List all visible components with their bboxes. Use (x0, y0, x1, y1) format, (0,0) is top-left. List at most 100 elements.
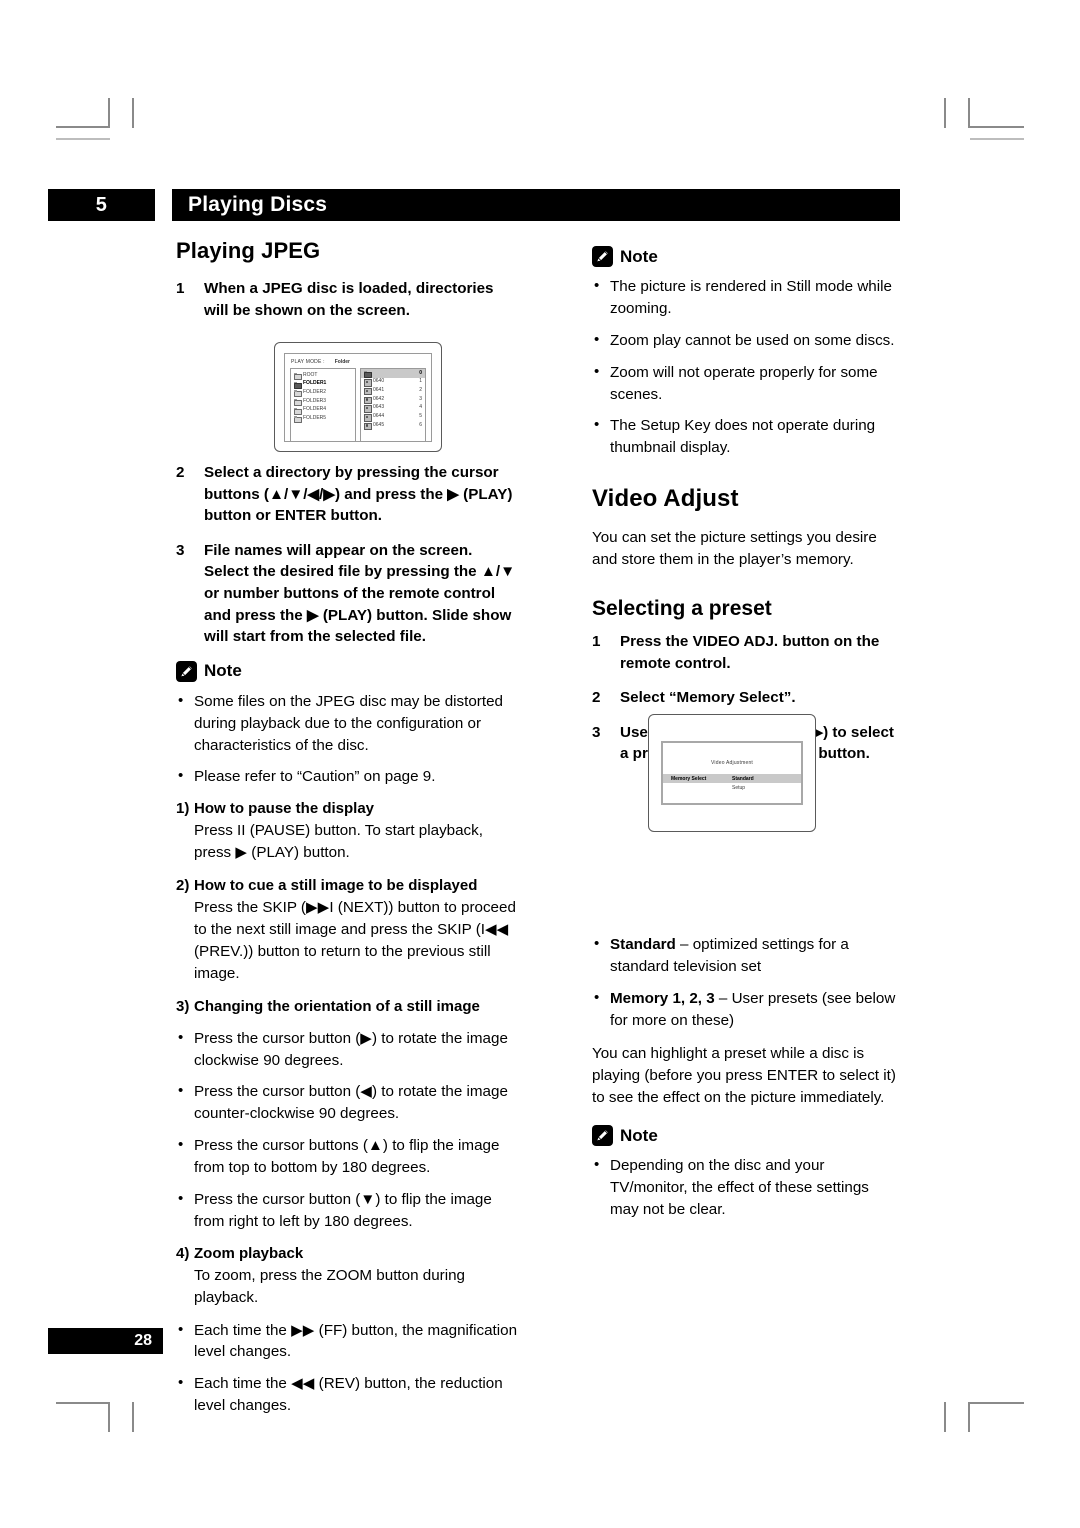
step-2: 2 Select a directory by pressing the cur… (176, 462, 520, 527)
osd-directory-row[interactable]: ROOT (291, 371, 355, 380)
note-bullet-bottom-1: Depending on the disc and your TV/monito… (592, 1154, 900, 1221)
crop-mark-bottom-right-vertical-2 (944, 1402, 946, 1432)
preset-bullet-memory: Memory 1, 2, 3 – User presets (see below… (592, 987, 900, 1032)
osd-file-row-selected[interactable]: 0 (361, 369, 425, 378)
osd-file-row[interactable]: 0644 5 (361, 412, 425, 421)
osd-file-number: 1 (419, 378, 422, 385)
orientation-bullets: Press the cursor button (▶) to rotate th… (176, 1027, 520, 1233)
pencil-icon (592, 246, 613, 267)
osd-file-row[interactable]: 0645 6 (361, 421, 425, 430)
osd-directory-row[interactable]: FOLDER2 (291, 388, 355, 398)
note-header-right-bottom: Note (592, 1125, 900, 1147)
osd-file-name: 0644 (373, 413, 385, 420)
osd-directory-label: FOLDER5 (303, 415, 327, 422)
subitem-2-heading: How to cue a still image to be displayed (194, 877, 478, 895)
section-title-video-adjust: Video Adjust (592, 485, 739, 513)
figure-video-adjustment-screen: Video Adjustment Memory Select Standard … (648, 714, 816, 832)
osd-memory-select-row[interactable]: Memory Select Standard (663, 774, 801, 783)
zoom-bullets: Each time the ▶▶ (FF) button, the magnif… (176, 1319, 520, 1418)
folder-icon (294, 372, 302, 380)
preset-step-3-number: 3 (592, 723, 601, 741)
osd-directory-row[interactable]: FOLDER3 (291, 397, 355, 406)
osd-setup-label: Setup (732, 785, 746, 791)
osd-directory-label: FOLDER4 (303, 406, 327, 413)
osd-file-number: 4 (419, 404, 422, 411)
osd-file-row[interactable]: 0642 3 (361, 395, 425, 404)
subitem-1: 1) How to pause the display Press II (PA… (176, 798, 520, 864)
subitem-2-number: 2) (176, 877, 190, 895)
pencil-icon (592, 1125, 613, 1147)
folder-icon (294, 390, 302, 398)
subitem-1-number: 1) (176, 800, 190, 818)
osd-memory-select-label: Memory Select (671, 775, 707, 782)
osd-directory-row[interactable]: FOLDER5 (291, 414, 355, 424)
osd-file-name: 0641 (373, 386, 385, 393)
osd-directory-row-selected[interactable]: FOLDER1 (291, 380, 355, 389)
orientation-bullet-3: Press the cursor buttons (▲) to flip the… (176, 1134, 520, 1179)
note-bullet-right-3: Zoom will not operate properly for some … (592, 361, 900, 406)
chapter-title: Playing Discs (172, 189, 900, 221)
preset-step-1: 1 Press the VIDEO ADJ. button on the rem… (592, 631, 900, 674)
osd-file-row[interactable]: 0640 1 (361, 378, 425, 387)
crop-mark-bottom-left-horizontal (56, 1402, 110, 1404)
note-label-left: Note (204, 661, 242, 681)
subitem-4: 4) Zoom playback To zoom, press the ZOOM… (176, 1243, 520, 1309)
folder-icon (294, 398, 302, 406)
figure-file-browser-screen: PLAY MODE : Folder ROOT FOLDER1 FOLDER2 (274, 342, 442, 452)
crop-mark-bottom-left-vertical-2 (132, 1402, 134, 1432)
step-3-number: 3 (176, 541, 185, 559)
osd-file-name: 0643 (373, 404, 385, 411)
crop-mark-bottom-right-horizontal (970, 1402, 1024, 1404)
image-file-icon (364, 414, 372, 421)
osd-video-adjustment: Video Adjustment Memory Select Standard … (661, 741, 803, 805)
osd-file-row[interactable]: 0641 2 (361, 386, 425, 395)
folder-icon (294, 407, 302, 415)
subitem-1-body: Press II (PAUSE) button. To start playba… (194, 822, 483, 862)
note-header-left: Note (176, 660, 520, 682)
section-title-playing-jpeg: Playing JPEG (176, 238, 321, 263)
zoom-bullet-1: Each time the ▶▶ (FF) button, the magnif… (176, 1319, 520, 1364)
crop-mark-top-left-thin-rule (56, 138, 110, 140)
osd-video-title: Video Adjustment (710, 760, 754, 766)
folder-open-icon (294, 381, 302, 389)
note-label-right-top: Note (620, 246, 658, 266)
image-file-icon (364, 387, 372, 395)
video-adjust-intro: You can set the picture settings you des… (592, 529, 877, 569)
preset-step-1-number: 1 (592, 633, 601, 651)
image-file-icon (364, 396, 372, 404)
highlight-paragraph: You can highlight a preset while a disc … (592, 1045, 896, 1107)
step-1-text: When a JPEG disc is loaded, directories … (204, 280, 494, 319)
subitem-2: 2) How to cue a still image to be displa… (176, 875, 520, 985)
osd-columns: ROOT FOLDER1 FOLDER2 FOLDER3 FOLDER4 FOL… (288, 368, 428, 444)
step-2-text: Select a directory by pressing the curso… (204, 464, 513, 525)
osd-file-number: 3 (419, 395, 422, 402)
page-number-footer: 28 (48, 1328, 163, 1354)
preset-bullet-standard: Standard – optimized settings for a stan… (592, 933, 900, 978)
osd-directory-label: FOLDER1 (303, 380, 327, 387)
step-1-number: 1 (176, 280, 185, 297)
subsection-title-selecting-preset: Selecting a preset (592, 597, 772, 621)
preset-step-2-text: Select “Memory Select”. (620, 689, 796, 707)
folder-icon (294, 416, 302, 424)
osd-directory-label: FOLDER3 (303, 397, 327, 404)
preset-step-1-text: Press the VIDEO ADJ. button on the remot… (620, 633, 880, 672)
preset-term-standard: Standard (610, 935, 676, 953)
subitem-2-body: Press the SKIP (▶▶I (NEXT)) button to pr… (194, 899, 516, 982)
image-file-icon (364, 422, 372, 430)
osd-file-name: 0645 (373, 421, 385, 428)
subitem-3: 3) Changing the orientation of a still i… (176, 996, 520, 1017)
osd-directory-label: FOLDER2 (303, 388, 327, 395)
image-file-icon (364, 379, 372, 387)
note-bullet-right-1: The picture is rendered in Still mode wh… (592, 275, 900, 320)
note-bullet-right-2: Zoom play cannot be used on some discs. (592, 329, 900, 352)
note-header-right-top: Note (592, 246, 900, 267)
osd-file-number: 5 (419, 413, 422, 420)
osd-directory-label: ROOT (303, 371, 318, 378)
note-label-right-bottom: Note (620, 1125, 658, 1145)
orientation-bullet-1: Press the cursor button (▶) to rotate th… (176, 1027, 520, 1072)
step-1: 1 When a JPEG disc is loaded, directorie… (176, 278, 520, 321)
crop-mark-top-left-vertical-2 (132, 98, 134, 128)
osd-file-row[interactable]: 0643 4 (361, 404, 425, 413)
subitem-4-heading: Zoom playback (194, 1244, 304, 1262)
osd-directory-row[interactable]: FOLDER4 (291, 406, 355, 415)
